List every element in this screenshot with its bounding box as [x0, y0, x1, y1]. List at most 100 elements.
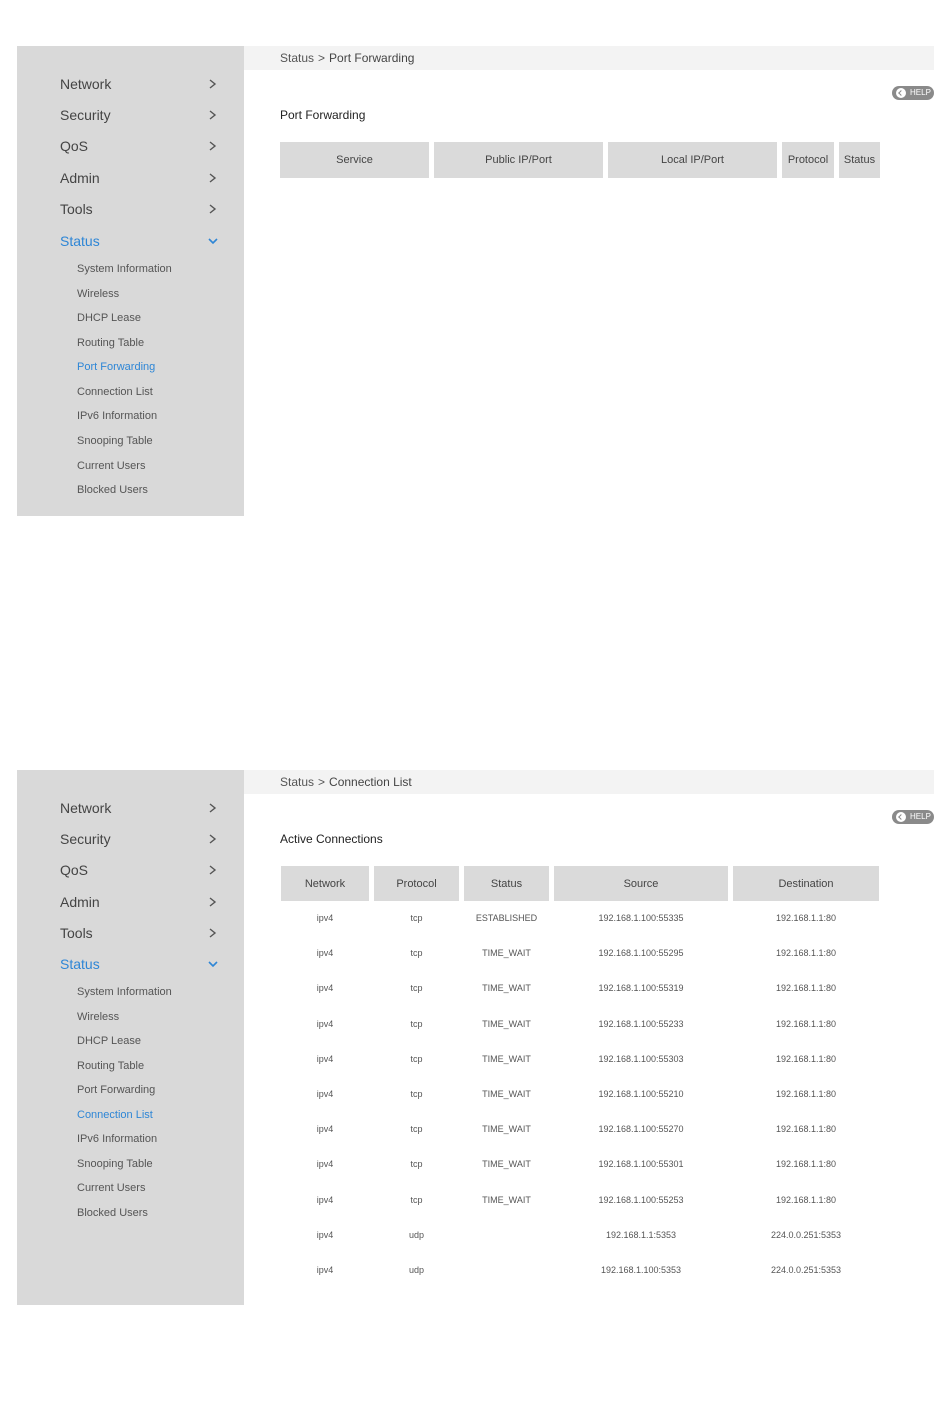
nav-item-label: QoS: [60, 138, 89, 154]
sub-item-snooping-table[interactable]: Snooping Table: [77, 433, 153, 449]
nav-item-qos[interactable]: QoS: [60, 136, 220, 156]
cell-network: ipv4: [316, 1265, 334, 1275]
cell-source: 192.168.1.100:5353: [600, 1265, 682, 1275]
cell-source: 192.168.1.100:55301: [598, 1159, 684, 1170]
column-header-status: Status: [464, 866, 549, 901]
sub-item-dhcp-lease[interactable]: DHCP Lease: [77, 1033, 141, 1049]
chevron-right-icon: [209, 173, 217, 183]
breadcrumb-separator: >: [318, 775, 326, 789]
cell-status: TIME_WAIT: [482, 1089, 531, 1099]
column-header-public-ip-port: Public IP/Port: [434, 142, 603, 178]
cell-destination: 224.0.0.251:5353: [770, 1265, 842, 1275]
nav-item-admin[interactable]: Admin: [60, 892, 220, 912]
cell-protocol: tcp: [410, 1159, 423, 1170]
help-label: HELP: [910, 812, 931, 821]
nav-item-label: Network: [60, 800, 112, 816]
sub-item-ipv6-information[interactable]: IPv6 Information: [77, 408, 157, 424]
sub-item-blocked-users[interactable]: Blocked Users: [77, 482, 148, 498]
sub-item-current-users[interactable]: Current Users: [77, 458, 145, 474]
cell-destination: 192.168.1.1:80: [775, 1018, 837, 1029]
nav-item-security[interactable]: Security: [60, 105, 220, 125]
sub-item-connection-list[interactable]: Connection List: [77, 384, 153, 400]
connection-list-panel: Network Security QoS Admin Tools Status …: [17, 770, 934, 1305]
breadcrumb-current: Port Forwarding: [329, 51, 415, 65]
cell-status: TIME_WAIT: [482, 1159, 531, 1170]
cell-network: ipv4: [316, 1053, 334, 1064]
sub-item-port-forwarding[interactable]: Port Forwarding: [77, 1082, 155, 1098]
column-header-status: Status: [839, 142, 880, 178]
cell-network: ipv4: [316, 1194, 334, 1205]
sub-item-current-users[interactable]: Current Users: [77, 1180, 145, 1196]
sub-item-connection-list[interactable]: Connection List: [77, 1107, 153, 1123]
cell-source: 192.168.1.100:55303: [598, 1053, 684, 1064]
cell-protocol: tcp: [410, 983, 423, 994]
sub-item-port-forwarding[interactable]: Port Forwarding: [77, 359, 155, 375]
cell-network: ipv4: [316, 1089, 334, 1099]
cell-source: 192.168.1.100:55253: [598, 1194, 684, 1205]
cell-protocol: tcp: [410, 1194, 423, 1205]
cell-status: TIME_WAIT: [482, 1018, 531, 1029]
nav-item-label: Tools: [60, 925, 93, 941]
nav-item-network[interactable]: Network: [60, 798, 220, 818]
nav-item-tools[interactable]: Tools: [60, 199, 220, 219]
chevron-right-icon: [209, 865, 217, 875]
sub-item-wireless[interactable]: Wireless: [77, 1009, 119, 1025]
nav-item-admin[interactable]: Admin: [60, 168, 220, 188]
cell-source: 192.168.1.100:55210: [598, 1089, 684, 1099]
nav-item-label: Security: [60, 831, 111, 847]
cell-network: ipv4: [316, 1124, 334, 1135]
help-button[interactable]: HELP: [892, 86, 934, 100]
nav-item-security[interactable]: Security: [60, 829, 220, 849]
chevron-right-icon: [209, 110, 217, 120]
cell-network: ipv4: [316, 1018, 334, 1029]
sub-item-routing-table[interactable]: Routing Table: [77, 1058, 144, 1074]
chevron-right-icon: [209, 897, 217, 907]
nav-item-qos[interactable]: QoS: [60, 860, 220, 880]
help-icon: [896, 88, 906, 98]
cell-destination: 192.168.1.1:80: [775, 983, 837, 994]
cell-protocol: tcp: [410, 948, 423, 959]
cell-network: ipv4: [316, 913, 334, 923]
cell-destination: 192.168.1.1:80: [775, 1194, 837, 1205]
cell-status: TIME_WAIT: [482, 1124, 531, 1135]
sub-item-ipv6-information[interactable]: IPv6 Information: [77, 1131, 157, 1147]
help-button[interactable]: HELP: [892, 810, 934, 824]
port-forwarding-panel: Network Security QoS Admin Tools Status …: [17, 46, 934, 516]
cell-source: 192.168.1.100:55335: [598, 913, 684, 923]
nav-item-status[interactable]: Status: [60, 954, 220, 974]
nav-item-label: Admin: [60, 894, 100, 910]
breadcrumb-root[interactable]: Status: [280, 775, 314, 789]
cell-status: TIME_WAIT: [482, 1053, 531, 1064]
breadcrumb-root[interactable]: Status: [280, 51, 314, 65]
cell-source: 192.168.1.100:55270: [598, 1124, 684, 1135]
nav-item-label: Admin: [60, 170, 100, 186]
cell-source: 192.168.1.1:5353: [605, 1229, 677, 1240]
cell-network: ipv4: [316, 983, 334, 994]
chevron-right-icon: [209, 803, 217, 813]
sub-item-routing-table[interactable]: Routing Table: [77, 335, 144, 351]
cell-protocol: tcp: [410, 1018, 423, 1029]
cell-network: ipv4: [316, 1159, 334, 1170]
sub-item-dhcp-lease[interactable]: DHCP Lease: [77, 310, 141, 326]
sub-item-system-information[interactable]: System Information: [77, 261, 172, 277]
sub-item-system-information[interactable]: System Information: [77, 984, 172, 1000]
nav-item-tools[interactable]: Tools: [60, 923, 220, 943]
chevron-right-icon: [209, 928, 217, 938]
cell-source: 192.168.1.100:55319: [598, 983, 684, 994]
column-header-network: Network: [281, 866, 369, 901]
sub-item-wireless[interactable]: Wireless: [77, 286, 119, 302]
nav-item-label: Status: [60, 233, 100, 249]
column-header-destination: Destination: [733, 866, 879, 901]
cell-source: 192.168.1.100:55233: [598, 1018, 684, 1029]
column-header-source: Source: [554, 866, 728, 901]
cell-destination: 192.168.1.1:80: [775, 1089, 837, 1099]
column-header-protocol: Protocol: [782, 142, 834, 178]
cell-destination: 224.0.0.251:5353: [770, 1229, 842, 1240]
sub-item-blocked-users[interactable]: Blocked Users: [77, 1205, 148, 1221]
nav-item-network[interactable]: Network: [60, 74, 220, 94]
cell-status: TIME_WAIT: [482, 948, 531, 959]
chevron-right-icon: [209, 204, 217, 214]
cell-status: TIME_WAIT: [482, 1194, 531, 1205]
sub-item-snooping-table[interactable]: Snooping Table: [77, 1156, 153, 1172]
nav-item-status[interactable]: Status: [60, 231, 220, 251]
